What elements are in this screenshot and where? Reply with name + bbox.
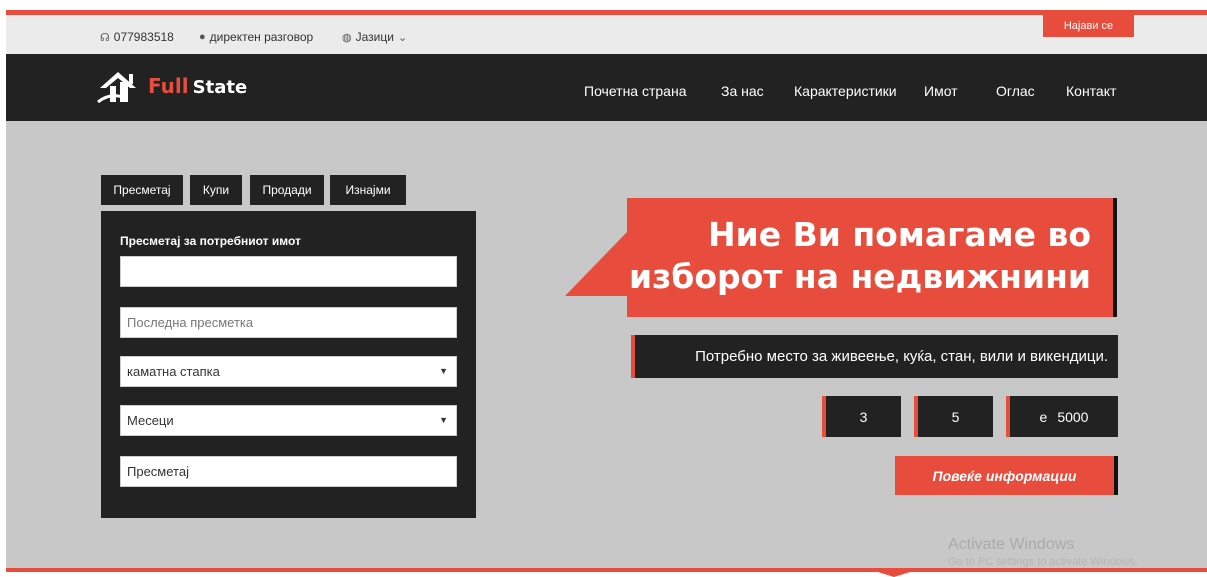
hero-headline-line2: изборот на недвижнини: [629, 257, 1091, 296]
main-navbar: Full State Почетна страна За нас Каракте…: [6, 54, 1207, 121]
activate-windows-subtitle: Go to PC settings to activate Windows.: [948, 556, 1139, 568]
tab-sell[interactable]: Продади: [250, 175, 324, 205]
hero-headline-line1: Ние Ви помагаме во: [708, 215, 1091, 254]
calculate-button-label: Пресметај: [127, 464, 189, 479]
euro-icon: e: [1039, 408, 1048, 425]
nav-features[interactable]: Карактеристики: [794, 83, 897, 99]
amount-input[interactable]: [127, 257, 450, 286]
logo-text-full: Full: [148, 74, 189, 98]
hero-headline: Ние Ви помагаме во изборот на недвижнини: [629, 214, 1091, 298]
live-chat-label: директен разговор: [209, 30, 314, 44]
tab-buy[interactable]: Купи: [190, 175, 242, 205]
stat-box-2: 5: [914, 396, 993, 437]
nav-home[interactable]: Почетна страна: [584, 83, 686, 99]
interest-rate-value: каматна стапка: [127, 364, 220, 379]
house-logo-icon: [97, 72, 136, 104]
amount-field[interactable]: [120, 256, 457, 287]
last-calculation-input[interactable]: [127, 308, 450, 337]
headline-banner: Ние Ви помагаме во изборот на недвижнини: [627, 198, 1117, 317]
logo[interactable]: Full State: [96, 68, 247, 104]
hero-subheadline: Потребно место за живеење, куќа, стан, в…: [631, 335, 1118, 378]
stat-value-1: 3: [859, 408, 868, 425]
phone-number: 077983518: [113, 30, 174, 44]
tab-calculate[interactable]: Пресметај: [101, 175, 183, 205]
phone-link[interactable]: ☊ 077983518: [100, 30, 174, 44]
live-chat-link[interactable]: ● директен разговор: [199, 30, 313, 44]
price-value: 5000: [1057, 408, 1089, 425]
chevron-down-icon: ⌄: [397, 31, 408, 44]
chat-bubble-icon: ●: [199, 31, 206, 43]
globe-icon: ◍: [342, 31, 352, 44]
stat-box-1: 3: [822, 396, 901, 437]
nav-listing[interactable]: Оглас: [996, 83, 1035, 99]
logo-text-state: State: [192, 76, 248, 98]
bottom-accent-bar: [6, 568, 1207, 572]
language-dropdown[interactable]: ◍ Јазици ⌄: [342, 30, 407, 44]
months-value: Месеци: [127, 413, 174, 428]
nav-about[interactable]: За нас: [721, 83, 764, 99]
price-box: e 5000: [1006, 396, 1118, 437]
more-info-button[interactable]: Повеќе информации: [895, 456, 1118, 495]
topbar: ☊ 077983518 ● директен разговор ◍ Јазици…: [6, 15, 1207, 54]
interest-rate-select[interactable]: каматна стапка ▼: [120, 356, 457, 387]
dropdown-arrow-icon: ▼: [439, 415, 448, 425]
calculator-panel: Пресметај за потребниот имот каматна ста…: [101, 211, 476, 518]
dropdown-arrow-icon: ▼: [439, 366, 448, 376]
last-calculation-field[interactable]: [120, 307, 457, 338]
activate-windows-title: Activate Windows: [948, 536, 1075, 553]
headline-pointer: [565, 232, 627, 296]
calculate-button[interactable]: Пресметај: [120, 456, 457, 487]
nav-contact[interactable]: Контакт: [1066, 83, 1116, 99]
nav-property[interactable]: Имот: [924, 83, 958, 99]
tab-rent[interactable]: Изнајми: [330, 175, 406, 205]
calculator-title: Пресметај за потребниот имот: [120, 234, 301, 248]
headphones-icon: ☊: [100, 31, 110, 44]
login-button[interactable]: Најави се: [1043, 15, 1134, 37]
stat-value-2: 5: [951, 408, 960, 425]
language-label: Јазици: [355, 30, 394, 44]
months-select[interactable]: Месеци ▼: [120, 405, 457, 436]
bottom-notch: [878, 572, 910, 577]
